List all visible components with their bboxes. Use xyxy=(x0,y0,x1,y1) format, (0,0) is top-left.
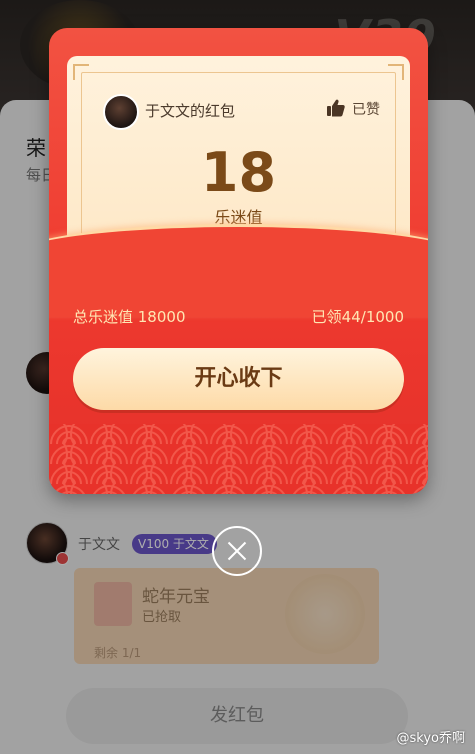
wave-pattern-decoration xyxy=(49,424,428,494)
sender-label: 于文文的红包 xyxy=(145,102,236,120)
sender-avatar[interactable] xyxy=(103,94,139,130)
corner-ornament-icon xyxy=(388,64,404,80)
close-button[interactable] xyxy=(212,526,262,576)
like-label: 已赞 xyxy=(352,102,380,118)
thumbs-up-icon xyxy=(327,99,345,117)
packet-flap xyxy=(49,224,428,317)
corner-ornament-icon xyxy=(73,64,89,80)
claimed-count: 已领44/1000 xyxy=(311,308,404,326)
accept-button[interactable]: 开心收下 xyxy=(73,348,404,410)
red-packet-modal: 于文文的红包 已赞 18 乐迷值 总乐迷值 18000 已领44/1000 开心… xyxy=(49,28,428,494)
total-value: 总乐迷值 18000 xyxy=(73,308,186,326)
watermark: @skyo乔啊 xyxy=(396,731,466,746)
like-button[interactable]: 已赞 xyxy=(327,99,380,119)
amount-value: 18 xyxy=(200,141,277,204)
